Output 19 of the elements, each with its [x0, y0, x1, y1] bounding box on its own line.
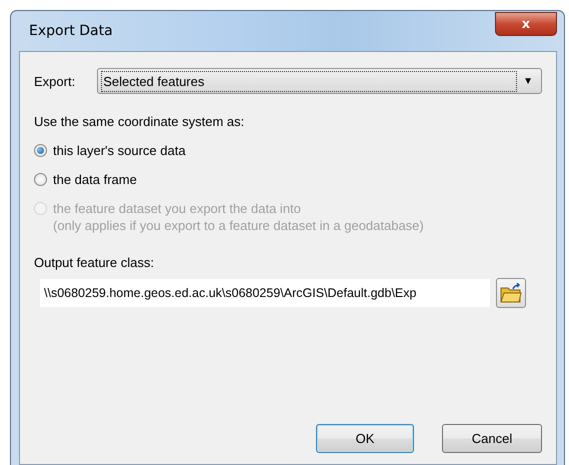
output-label: Output feature class:	[34, 255, 155, 270]
cancel-button[interactable]: Cancel	[442, 424, 542, 453]
radio-label: the data frame	[53, 172, 137, 187]
ok-button[interactable]: OK	[316, 424, 414, 453]
output-path-field[interactable]: \\s0680259.home.geos.ed.ac.uk\s0680259\ArcGIS\Default.gdb\Exp	[40, 279, 490, 307]
folder-icon	[500, 283, 522, 303]
radio-label: this layer's source data	[53, 143, 186, 158]
export-label: Export:	[34, 74, 76, 88]
radio-label: the feature dataset you export the data into	[53, 201, 302, 216]
export-dropdown[interactable]: Selected features ▼	[97, 68, 542, 94]
section-heading: Use the same coordinate system as:	[34, 114, 246, 129]
browse-button[interactable]	[496, 278, 526, 308]
dropdown-arrow: ▼	[523, 76, 533, 86]
dropdown-value: Selected features	[101, 70, 518, 92]
radio-button[interactable]	[34, 173, 47, 186]
window-title: Export Data	[29, 23, 113, 39]
radio-button[interactable]	[34, 144, 47, 157]
radio-note: (only applies if you export to a feature dataset in a geodatabase)	[53, 218, 424, 233]
close-button[interactable]: x	[495, 12, 557, 36]
